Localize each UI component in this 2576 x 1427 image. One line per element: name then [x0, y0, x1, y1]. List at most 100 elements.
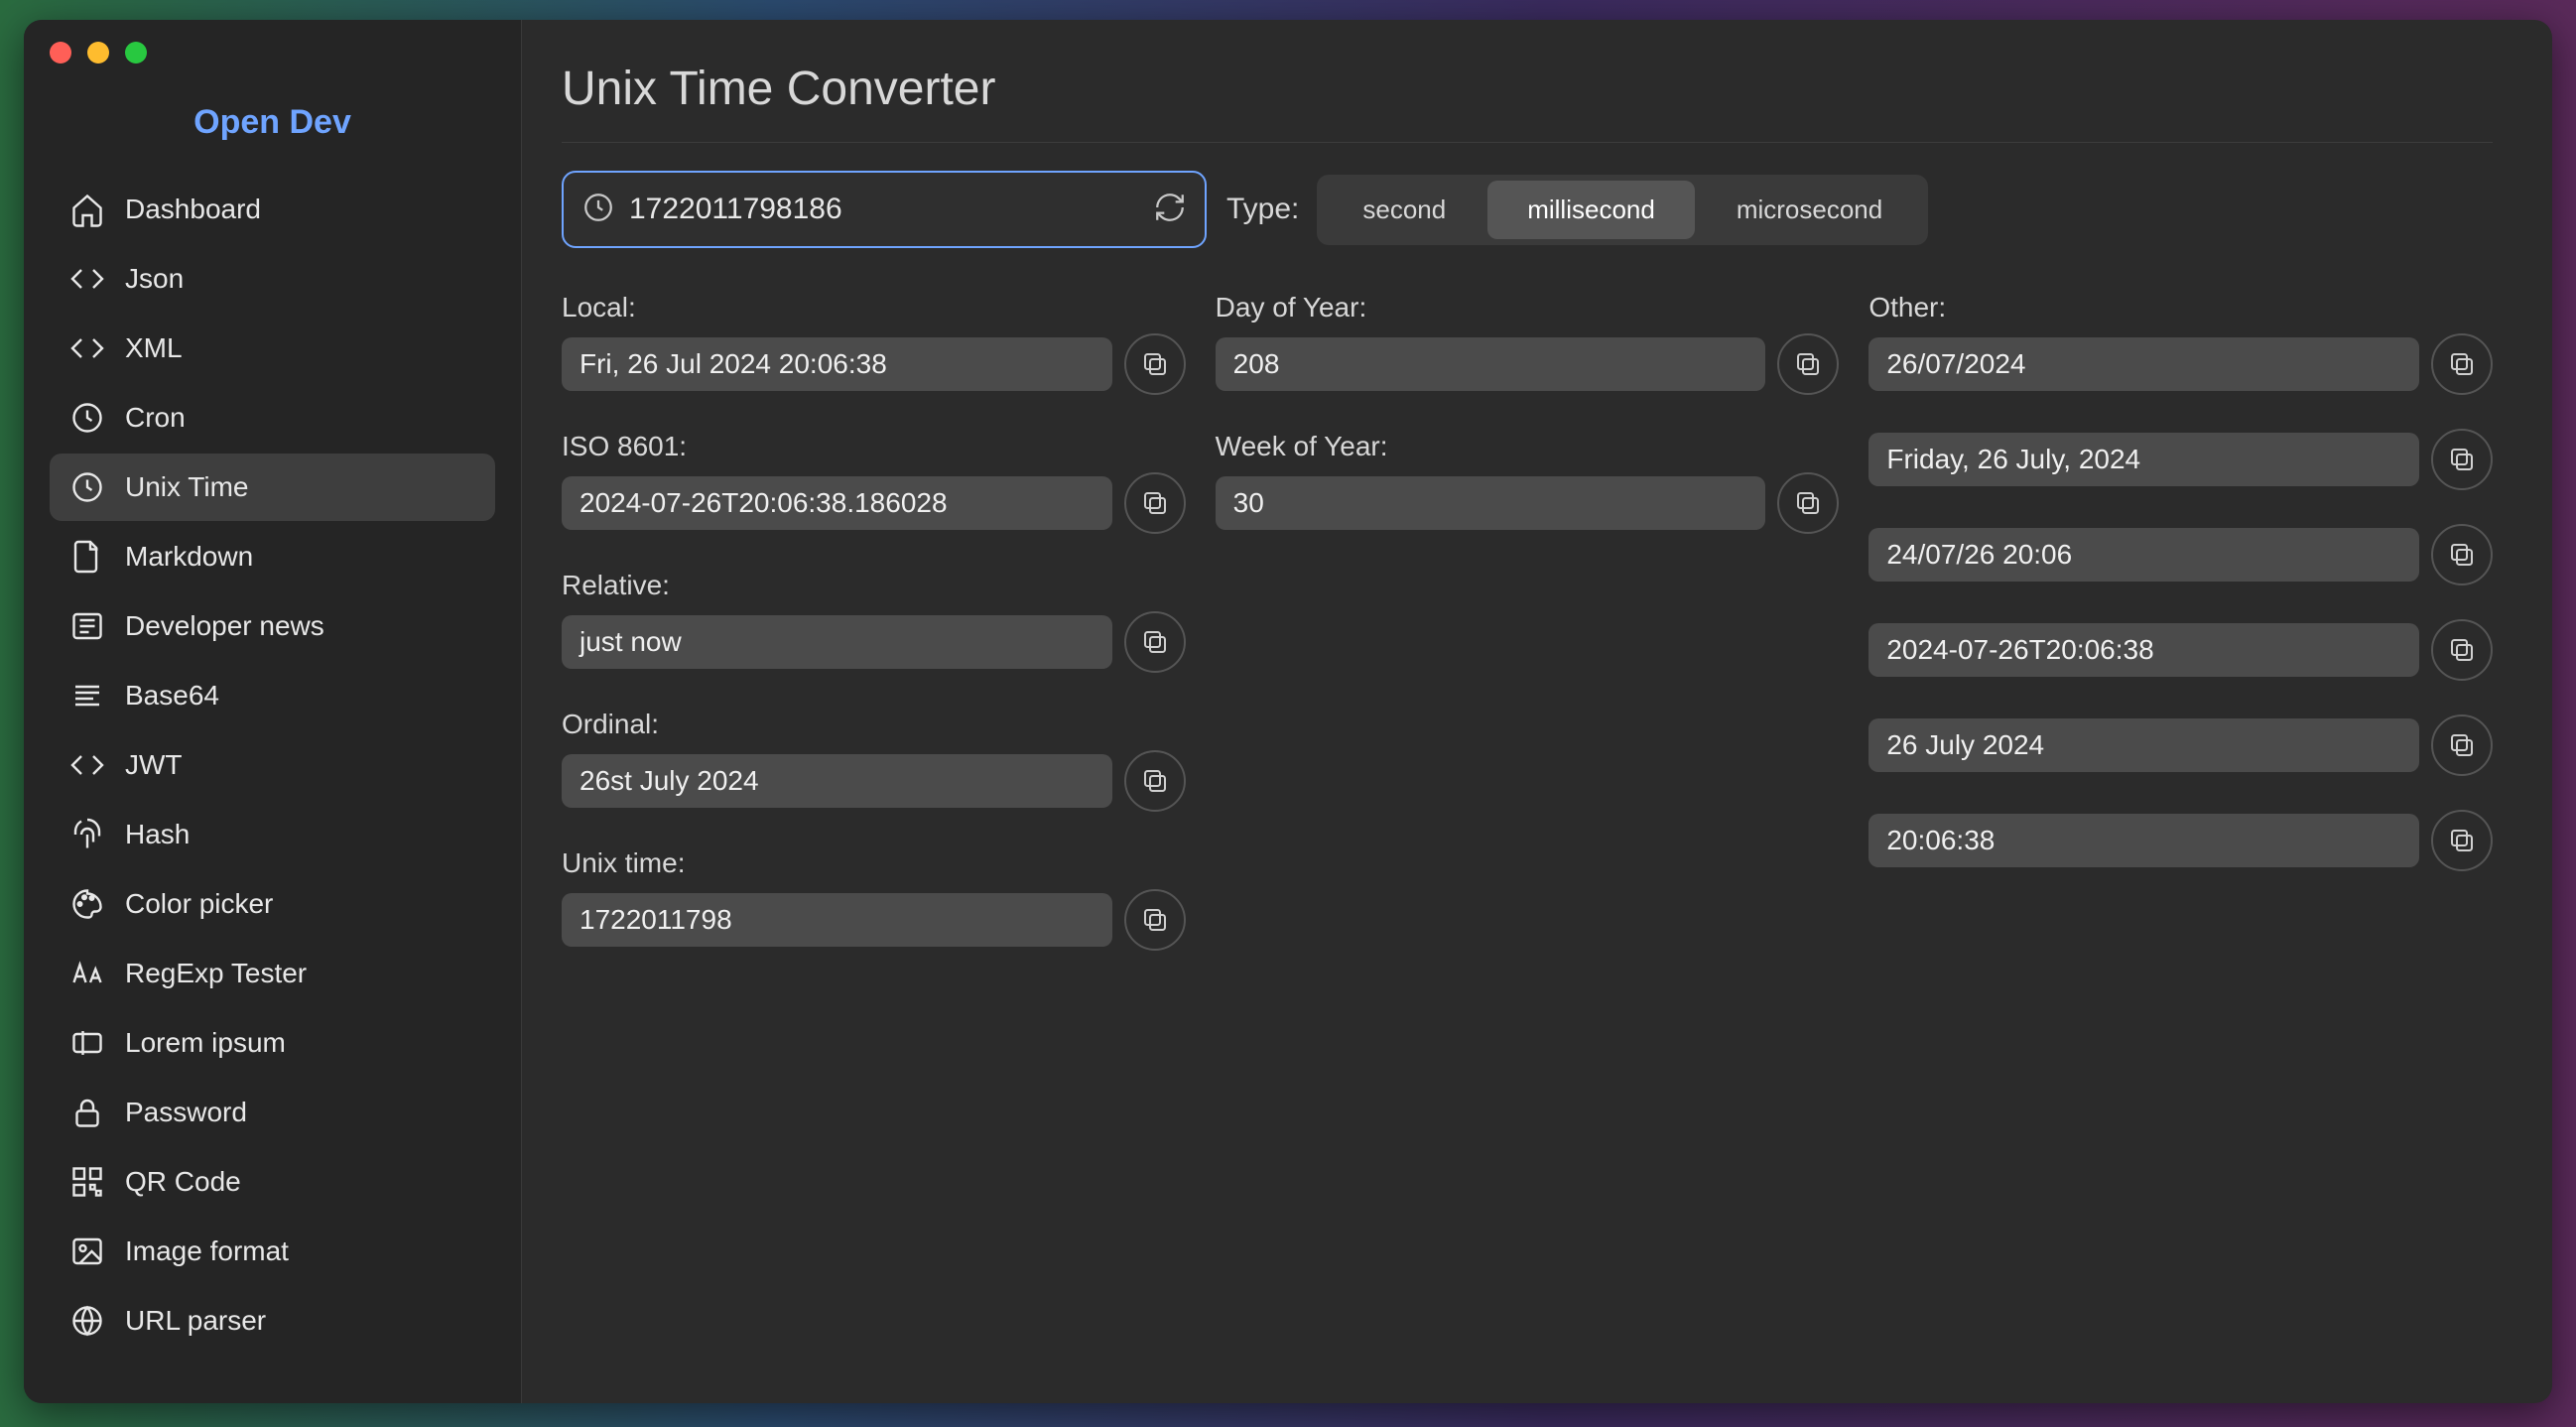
sidebar-item-cron[interactable]: Cron [50, 384, 495, 452]
lock-icon [67, 1093, 107, 1132]
sidebar-item-dashboard[interactable]: Dashboard [50, 176, 495, 243]
other-value-0: 26/07/2024 [1868, 337, 2419, 391]
lines-icon [67, 676, 107, 715]
qr-icon [67, 1162, 107, 1202]
woy-value: 30 [1216, 476, 1766, 530]
sidebar-item-label: Password [125, 1097, 247, 1128]
doy-label: Day of Year: [1216, 292, 1840, 324]
copy-local-button[interactable] [1124, 333, 1186, 395]
sidebar-item-base64[interactable]: Base64 [50, 662, 495, 729]
sidebar-item-label: Cron [125, 402, 186, 434]
code-icon [67, 745, 107, 785]
sidebar-item-image-format[interactable]: Image format [50, 1218, 495, 1285]
local-value: Fri, 26 Jul 2024 20:06:38 [562, 337, 1112, 391]
sidebar-item-label: Markdown [125, 541, 253, 573]
sidebar-item-label: Developer news [125, 610, 324, 642]
copy-ordinal-button[interactable] [1124, 750, 1186, 812]
close-icon[interactable] [50, 42, 71, 64]
aa-icon [67, 954, 107, 993]
sidebar-item-json[interactable]: Json [50, 245, 495, 313]
doy-value: 208 [1216, 337, 1766, 391]
copy-other-2-button[interactable] [2431, 524, 2493, 585]
timestamp-input-wrap [562, 171, 1207, 248]
copy-other-5-button[interactable] [2431, 810, 2493, 871]
clock-icon [67, 398, 107, 438]
sidebar-item-label: Hash [125, 819, 190, 850]
type-label: Type: [1226, 193, 1299, 226]
maximize-icon[interactable] [125, 42, 147, 64]
iso-value: 2024-07-26T20:06:38.186028 [562, 476, 1112, 530]
other-value-5: 20:06:38 [1868, 814, 2419, 867]
sidebar-item-label: Unix Time [125, 471, 248, 503]
copy-other-0-button[interactable] [2431, 333, 2493, 395]
main-content: Unix Time Converter Type: secondmillisec… [522, 20, 2552, 1403]
sidebar-item-markdown[interactable]: Markdown [50, 523, 495, 590]
sidebar-item-label: Lorem ipsum [125, 1027, 286, 1059]
ordinal-label: Ordinal: [562, 709, 1186, 740]
unixtime-value: 1722011798 [562, 893, 1112, 947]
sidebar-item-unix-time[interactable]: Unix Time [50, 454, 495, 521]
sidebar-item-label: URL parser [125, 1305, 266, 1337]
globe-icon [67, 1301, 107, 1341]
sidebar-item-label: Image format [125, 1235, 289, 1267]
code-icon [67, 259, 107, 299]
copy-woy-button[interactable] [1777, 472, 1839, 534]
results-columns: Local: Fri, 26 Jul 2024 20:06:38 ISO 860… [562, 282, 2493, 976]
sidebar-nav: Dashboard Json XML Cron Unix Time Markdown Dev… [38, 176, 507, 1355]
copy-other-1-button[interactable] [2431, 429, 2493, 490]
local-label: Local: [562, 292, 1186, 324]
other-value-4: 26 July 2024 [1868, 718, 2419, 772]
clock-icon [581, 191, 615, 229]
copy-iso-button[interactable] [1124, 472, 1186, 534]
copy-other-4-button[interactable] [2431, 714, 2493, 776]
other-label: Other: [1868, 292, 2493, 324]
copy-doy-button[interactable] [1777, 333, 1839, 395]
type-segmented-control: secondmillisecondmicrosecond [1317, 175, 1928, 245]
image-icon [67, 1232, 107, 1271]
sidebar-item-label: Dashboard [125, 194, 261, 225]
ordinal-value: 26st July 2024 [562, 754, 1112, 808]
column-3: Other: 26/07/2024Friday, 26 July, 202424… [1868, 282, 2493, 976]
sidebar-item-qr-code[interactable]: QR Code [50, 1148, 495, 1216]
sidebar-item-lorem-ipsum[interactable]: Lorem ipsum [50, 1009, 495, 1077]
unixtime-label: Unix time: [562, 847, 1186, 879]
sidebar-item-label: RegExp Tester [125, 958, 307, 989]
iso-label: ISO 8601: [562, 431, 1186, 462]
type-option-millisecond[interactable]: millisecond [1487, 181, 1695, 239]
file-icon [67, 537, 107, 577]
sidebar-item-developer-news[interactable]: Developer news [50, 592, 495, 660]
minimize-icon[interactable] [87, 42, 109, 64]
copy-other-3-button[interactable] [2431, 619, 2493, 681]
sidebar-item-label: XML [125, 332, 183, 364]
sidebar-item-password[interactable]: Password [50, 1079, 495, 1146]
home-icon [67, 190, 107, 229]
relative-value: just now [562, 615, 1112, 669]
sidebar-item-jwt[interactable]: JWT [50, 731, 495, 799]
copy-unixtime-button[interactable] [1124, 889, 1186, 951]
clock-icon [67, 467, 107, 507]
sidebar-item-url-parser[interactable]: URL parser [50, 1287, 495, 1355]
window-controls [38, 34, 507, 81]
sidebar-item-regexp-tester[interactable]: RegExp Tester [50, 940, 495, 1007]
timestamp-input[interactable] [629, 193, 1139, 226]
refresh-icon[interactable] [1153, 191, 1187, 229]
page-title: Unix Time Converter [562, 62, 2493, 143]
sidebar-item-hash[interactable]: Hash [50, 801, 495, 868]
palette-icon [67, 884, 107, 924]
type-option-microsecond[interactable]: microsecond [1697, 181, 1922, 239]
type-option-second[interactable]: second [1323, 181, 1485, 239]
sidebar-item-label: QR Code [125, 1166, 241, 1198]
sidebar-item-xml[interactable]: XML [50, 315, 495, 382]
sidebar-item-label: Color picker [125, 888, 273, 920]
copy-relative-button[interactable] [1124, 611, 1186, 673]
other-value-1: Friday, 26 July, 2024 [1868, 433, 2419, 486]
textbox-icon [67, 1023, 107, 1063]
app-window: Open Dev DashboardJsonXMLCronUnix TimeMa… [24, 20, 2552, 1403]
input-row: Type: secondmillisecondmicrosecond [562, 171, 2493, 248]
news-icon [67, 606, 107, 646]
woy-label: Week of Year: [1216, 431, 1840, 462]
sidebar-item-label: Json [125, 263, 184, 295]
sidebar-item-label: JWT [125, 749, 183, 781]
sidebar-item-color-picker[interactable]: Color picker [50, 870, 495, 938]
code-icon [67, 328, 107, 368]
